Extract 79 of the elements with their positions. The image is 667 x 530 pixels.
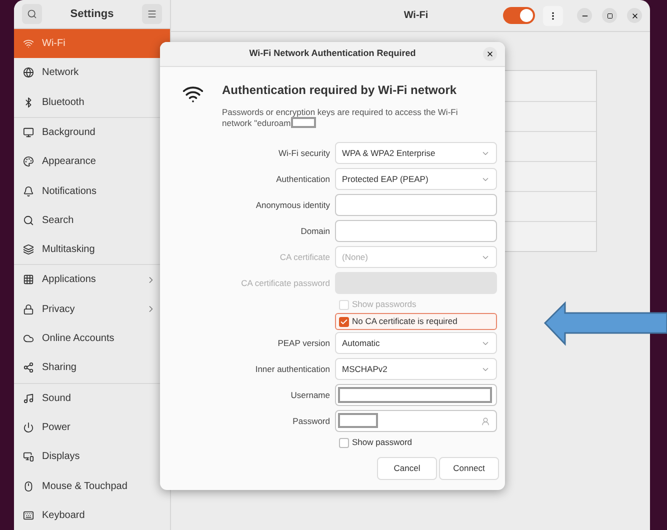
sidebar-item[interactable]: Sound: [14, 384, 170, 413]
bell-icon: [23, 186, 34, 197]
globe-icon: [23, 67, 34, 78]
page-title: Wi-Fi: [404, 9, 428, 23]
close-icon: [630, 12, 639, 20]
dialog-button[interactable]: Connect: [439, 457, 499, 480]
dialog-button[interactable]: Cancel: [377, 457, 437, 480]
checkbox-row[interactable]: No CA certificate is required: [335, 313, 497, 330]
check-icon: [340, 318, 348, 326]
field-label: CA certificate: [278, 251, 330, 264]
checkbox-row[interactable]: Show password: [335, 434, 497, 451]
password-field[interactable]: [335, 410, 497, 432]
field-label: Domain: [300, 225, 330, 238]
field-label: Anonymous identity: [254, 199, 330, 212]
dialog-heading: Authentication required by Wi-Fi network: [222, 82, 458, 99]
sidebar-item[interactable]: Notifications: [14, 176, 170, 206]
field-label: PEAP version: [276, 337, 330, 350]
field-label: Authentication: [275, 173, 330, 186]
close-icon: [486, 50, 494, 58]
sidebar-item[interactable]: Background: [14, 118, 170, 148]
palette-icon: [23, 156, 34, 168]
input-field[interactable]: [335, 384, 497, 406]
sidebar-item[interactable]: Multitasking: [14, 235, 170, 264]
dropdown[interactable]: Automatic: [335, 332, 497, 354]
sidebar-item[interactable]: Online Accounts: [14, 324, 170, 354]
lock-icon: [23, 304, 34, 315]
field-label: CA certificate password: [240, 277, 330, 290]
search-button[interactable]: [22, 4, 42, 24]
sidebar-item[interactable]: Bluetooth: [14, 88, 170, 117]
maximize-button[interactable]: [602, 8, 618, 23]
field-label: Password: [292, 415, 330, 428]
display-icon: [23, 451, 34, 462]
monitor-icon: [23, 126, 34, 138]
checkbox-label: Show passwords: [352, 298, 416, 311]
minimize-button[interactable]: [577, 8, 592, 23]
sidebar-item[interactable]: Privacy: [14, 294, 170, 324]
input-field[interactable]: [335, 194, 497, 216]
checkbox[interactable]: [339, 438, 349, 448]
user-icon: [481, 416, 490, 426]
search-icon: [27, 8, 37, 19]
sidebar-item[interactable]: Displays: [14, 442, 170, 472]
music-icon: [23, 392, 34, 404]
input-field[interactable]: [335, 220, 497, 242]
dropdown[interactable]: WPA & WPA2 Enterprise: [335, 142, 497, 164]
close-button[interactable]: [627, 8, 642, 23]
mouse-icon: [23, 480, 34, 492]
checkbox-label: Show password: [352, 436, 412, 449]
search-icon: [23, 214, 34, 226]
bluetooth-icon: [23, 96, 34, 108]
close-button[interactable]: [483, 47, 497, 61]
checkbox-label: No CA certificate is required: [352, 315, 458, 328]
power-icon: [23, 422, 34, 433]
dialog-title: Wi-Fi Network Authentication Required: [249, 47, 416, 60]
sidebar-item[interactable]: Sharing: [14, 353, 170, 383]
sidebar-item[interactable]: Power: [14, 412, 170, 442]
sidebar-item[interactable]: Search: [14, 206, 170, 236]
menu-button[interactable]: [142, 4, 162, 24]
sidebar-item[interactable]: Network: [14, 58, 170, 88]
maximize-icon: [606, 12, 613, 18]
field-label: Username: [290, 389, 330, 402]
sidebar-item[interactable]: Keyboard: [14, 500, 170, 530]
more-button[interactable]: [543, 6, 564, 26]
sidebar-item[interactable]: Mouse & Touchpad: [14, 471, 170, 501]
windows-icon: [23, 244, 34, 256]
checkbox[interactable]: [339, 316, 349, 326]
sidebar-item[interactable]: Appearance: [14, 147, 170, 176]
grid-icon: [23, 274, 34, 286]
dropdown[interactable]: Protected EAP (PEAP): [335, 168, 497, 190]
menu-icon: [147, 8, 157, 19]
wifi-toggle[interactable]: [503, 7, 536, 24]
field-label: Wi-Fi security: [278, 147, 330, 160]
field-label: Inner authentication: [254, 363, 330, 376]
cloud-icon: [23, 333, 34, 344]
dialog-description: Passwords or encryption keys are required to access the Wi-Fi network "eduroam: [222, 107, 459, 128]
keyboard-icon: [23, 510, 34, 521]
sidebar-title: Settings: [70, 6, 114, 22]
share-icon: [23, 362, 34, 374]
sidebar-item[interactable]: Applications: [14, 265, 170, 295]
dropdown[interactable]: MSCHAPv2: [335, 358, 497, 380]
